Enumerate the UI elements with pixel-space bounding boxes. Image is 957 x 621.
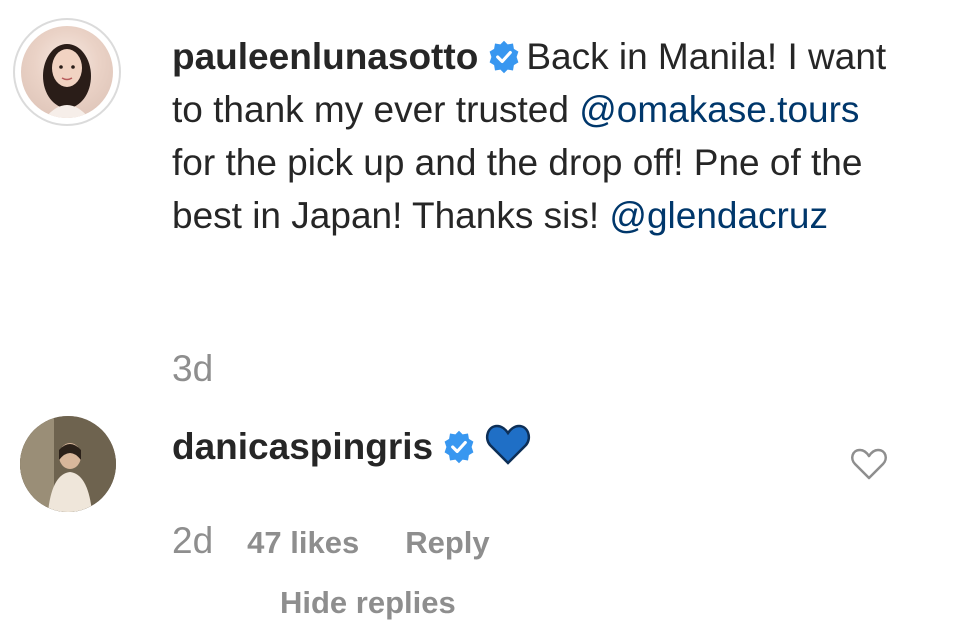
avatar-danicaspingris[interactable] xyxy=(20,416,116,512)
reply-timestamp[interactable]: 2d xyxy=(172,520,213,562)
comment-timestamp[interactable]: 3d xyxy=(172,348,213,390)
reply-button[interactable]: Reply xyxy=(405,525,489,561)
comment-body: pauleenlunasotto Back in Manila! I want … xyxy=(172,30,892,242)
comment-username[interactable]: danicaspingris xyxy=(172,426,433,467)
likes-count[interactable]: 47 likes xyxy=(247,525,359,561)
mention-link[interactable]: @omakase.tours xyxy=(579,89,859,130)
verified-badge-icon xyxy=(444,430,474,464)
heart-outline-icon[interactable] xyxy=(850,447,888,481)
blue-heart-icon xyxy=(486,424,531,465)
reply-meta: 2d 47 likes Reply xyxy=(172,520,490,562)
hide-replies-link[interactable]: Hide replies xyxy=(280,585,456,621)
avatar-portrait-icon xyxy=(20,416,116,512)
mention-link[interactable]: @glendacruz xyxy=(609,195,828,236)
verified-badge-icon xyxy=(489,40,519,74)
avatar-photo xyxy=(21,26,113,118)
reply-body: danicaspingris xyxy=(172,420,531,473)
comment-username[interactable]: pauleenlunasotto xyxy=(172,36,478,77)
avatar-portrait-icon xyxy=(43,44,91,118)
avatar-pauleenlunasotto[interactable] xyxy=(13,18,121,126)
